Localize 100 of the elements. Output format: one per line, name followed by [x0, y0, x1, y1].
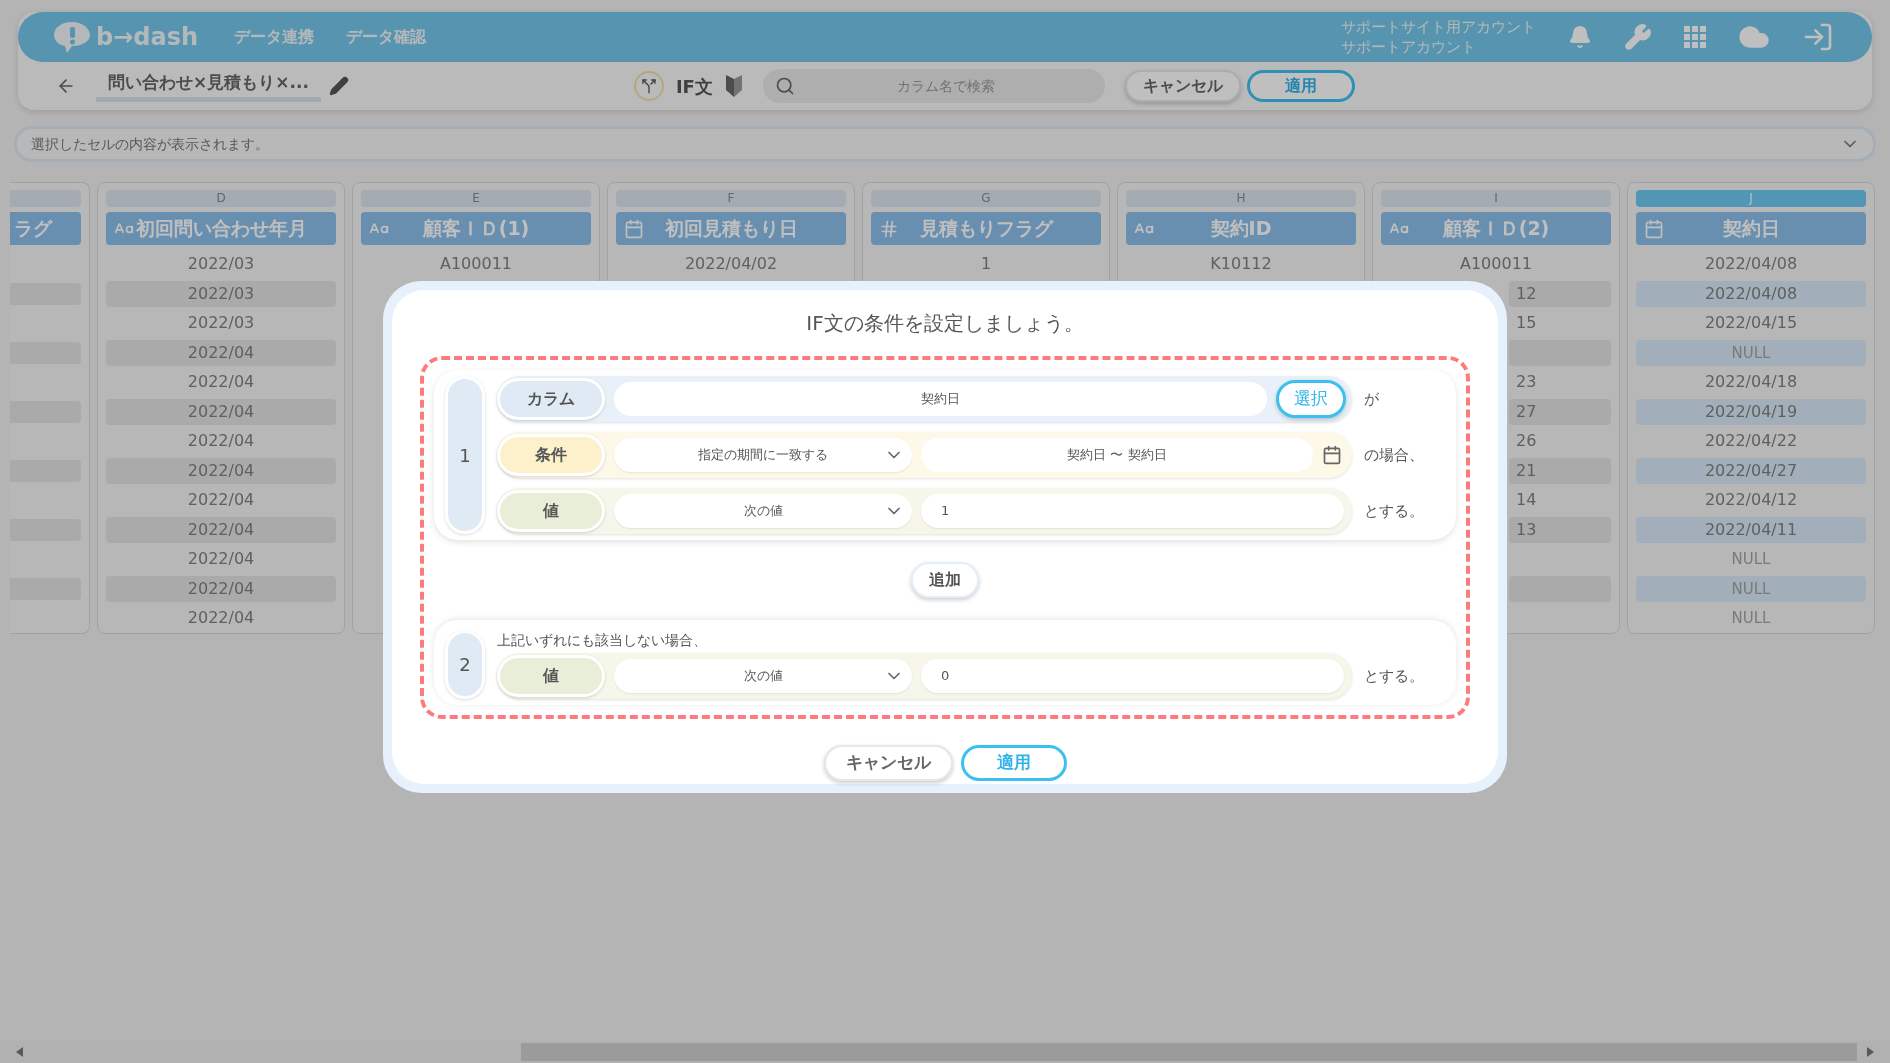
table-cell-text: 2022/04/12 — [1703, 489, 1799, 512]
account-name: サポートアカウント — [1341, 37, 1477, 57]
table-cell: 2022/04 — [106, 576, 336, 602]
nav-link[interactable]: データ連携 — [234, 25, 315, 49]
calendar-icon[interactable] — [1322, 445, 1342, 465]
column-header[interactable]: 契約日 — [1636, 211, 1866, 245]
column-letter[interactable]: H — [1126, 190, 1356, 207]
apply-button[interactable]: 適用 — [960, 745, 1067, 781]
table-cell: 2022/03 — [106, 281, 336, 307]
table-cell: NULL — [1636, 576, 1866, 602]
column-name: 契約日 — [1722, 215, 1780, 241]
table-cell-text: A100011 — [1459, 253, 1533, 276]
table-cell: 2022/04/08 — [1636, 281, 1866, 307]
dropdown[interactable]: 指定の期間に一致する — [614, 438, 912, 472]
number-type-icon — [879, 218, 899, 239]
date-range-field[interactable]: 契約日 〜 契約日 — [921, 438, 1313, 472]
table-cell-text: 15 — [1515, 312, 1538, 335]
suffix-text: とする。 — [1364, 500, 1425, 522]
table-cell: 27 — [1509, 399, 1611, 425]
column-field[interactable]: 契約日 — [614, 382, 1267, 416]
dropdown[interactable]: 次の値 — [614, 494, 912, 528]
column-header[interactable]: ラグ — [10, 211, 81, 245]
calendar-icon — [624, 218, 644, 239]
dropdown[interactable]: 次の値 — [614, 659, 912, 693]
scroll-right-icon[interactable] — [1867, 1047, 1875, 1057]
table-cell-text: A100011 — [439, 253, 513, 276]
apply-button[interactable]: 適用 — [1246, 70, 1355, 102]
nav-link[interactable]: データ確認 — [346, 25, 427, 49]
column-header[interactable]: 顧客ＩＤ(1) — [361, 211, 591, 245]
dialog-title: IF文の条件を設定しましょう。 — [806, 310, 1084, 337]
table-cell-text: 2022/04 — [186, 489, 256, 512]
login-icon[interactable] — [1802, 21, 1834, 53]
bell-icon[interactable] — [1568, 25, 1592, 49]
cell-preview-field[interactable]: 選択したセルの内容が表示されます。 — [14, 126, 1876, 162]
column-name: 見積もりフラグ — [919, 215, 1053, 241]
calendar-icon — [1644, 218, 1664, 239]
select-button[interactable]: 選択 — [1276, 380, 1346, 418]
table-cell-text: 2022/03 — [186, 312, 256, 335]
table-cell: 2022/04 — [106, 399, 336, 425]
table-cell-text: 2022/04 — [186, 607, 256, 630]
logo-text: b→dash — [96, 22, 199, 53]
account-name: サポートサイト用アカウント — [1341, 17, 1536, 37]
column-letter[interactable]: F — [616, 190, 846, 207]
column-header[interactable]: 初回問い合わせ年月 — [106, 211, 336, 245]
column-letter[interactable]: J — [1636, 190, 1866, 207]
value-field[interactable]: 0 — [921, 659, 1344, 693]
table-cell-text: 2022/04/15 — [1703, 312, 1799, 335]
column-name: 初回問い合わせ年月 — [135, 215, 307, 241]
table-cell: 2022/04/11 — [1636, 517, 1866, 543]
column-name: 顧客ＩＤ(2) — [1442, 215, 1550, 241]
column-letter[interactable]: E — [361, 190, 591, 207]
column-letter[interactable]: D — [106, 190, 336, 207]
column-letter[interactable]: G — [871, 190, 1101, 207]
table-cell: 12 — [1509, 281, 1611, 307]
logo-bubble-icon — [52, 20, 92, 54]
table-cell-text: 23 — [1515, 371, 1538, 394]
table-cell-text: 2022/04/02 — [683, 253, 779, 276]
table-cell-text: 2022/04/08 — [1703, 253, 1799, 276]
column-header[interactable]: 見積もりフラグ — [871, 211, 1101, 245]
flow-title[interactable]: 問い合わせ×見積もり×... — [96, 70, 321, 102]
cancel-button[interactable]: キャンセル — [823, 745, 953, 781]
table-cell: 2022/04 — [106, 340, 336, 366]
column-header[interactable]: 契約ID — [1126, 211, 1356, 245]
suffix-text: の場合、 — [1364, 444, 1425, 466]
table-cell-text: 2022/04 — [186, 548, 256, 571]
search-field[interactable]: カラム名で検索 — [762, 69, 1105, 103]
table-cell-text: NULL — [1730, 549, 1772, 570]
column-header[interactable]: 初回見積もり日 — [616, 211, 846, 245]
table-cell-text: 2022/04/22 — [1703, 430, 1799, 453]
column-name: 契約ID — [1210, 215, 1272, 241]
table-cell: 2022/04/19 — [1636, 399, 1866, 425]
column-name: 初回見積もり日 — [664, 215, 798, 241]
table-cell: 2022/04/27 — [1636, 458, 1866, 484]
table-cell: NULL — [1636, 340, 1866, 366]
table-cell-text: 2022/04 — [186, 371, 256, 394]
scroll-left-icon[interactable] — [16, 1047, 24, 1057]
rule-number: 2 — [445, 630, 485, 699]
field-label: 条件 — [497, 434, 605, 476]
column-name: 顧客ＩＤ(1) — [422, 215, 530, 241]
add-button[interactable]: 追加 — [911, 562, 979, 598]
suffix-text: が — [1364, 388, 1380, 410]
apps-grid-icon[interactable] — [1684, 26, 1706, 48]
wrench-icon[interactable] — [1624, 23, 1652, 51]
table-cell-text: 1 — [979, 253, 993, 276]
table-cell-text: 2022/04 — [186, 430, 256, 453]
field-label: 値 — [497, 655, 605, 697]
table-cell-text: 26 — [1515, 430, 1538, 453]
mode-label: IF文 — [675, 74, 713, 99]
search-icon — [774, 76, 795, 96]
edit-pencil-icon[interactable] — [328, 76, 349, 96]
table-cell-text: 2022/03 — [186, 253, 256, 276]
table-cell: 21 — [1509, 458, 1611, 484]
field-label: 値 — [497, 490, 605, 532]
field-label: カラム — [497, 378, 605, 420]
table-cell-text: 2022/04/18 — [1703, 371, 1799, 394]
value-field[interactable]: 1 — [921, 494, 1344, 528]
column-header[interactable]: 顧客ＩＤ(2) — [1381, 211, 1611, 245]
table-cell: 2022/04 — [106, 458, 336, 484]
table-cell-text: 14 — [1515, 489, 1538, 512]
cancel-button[interactable]: キャンセル — [1124, 70, 1241, 102]
